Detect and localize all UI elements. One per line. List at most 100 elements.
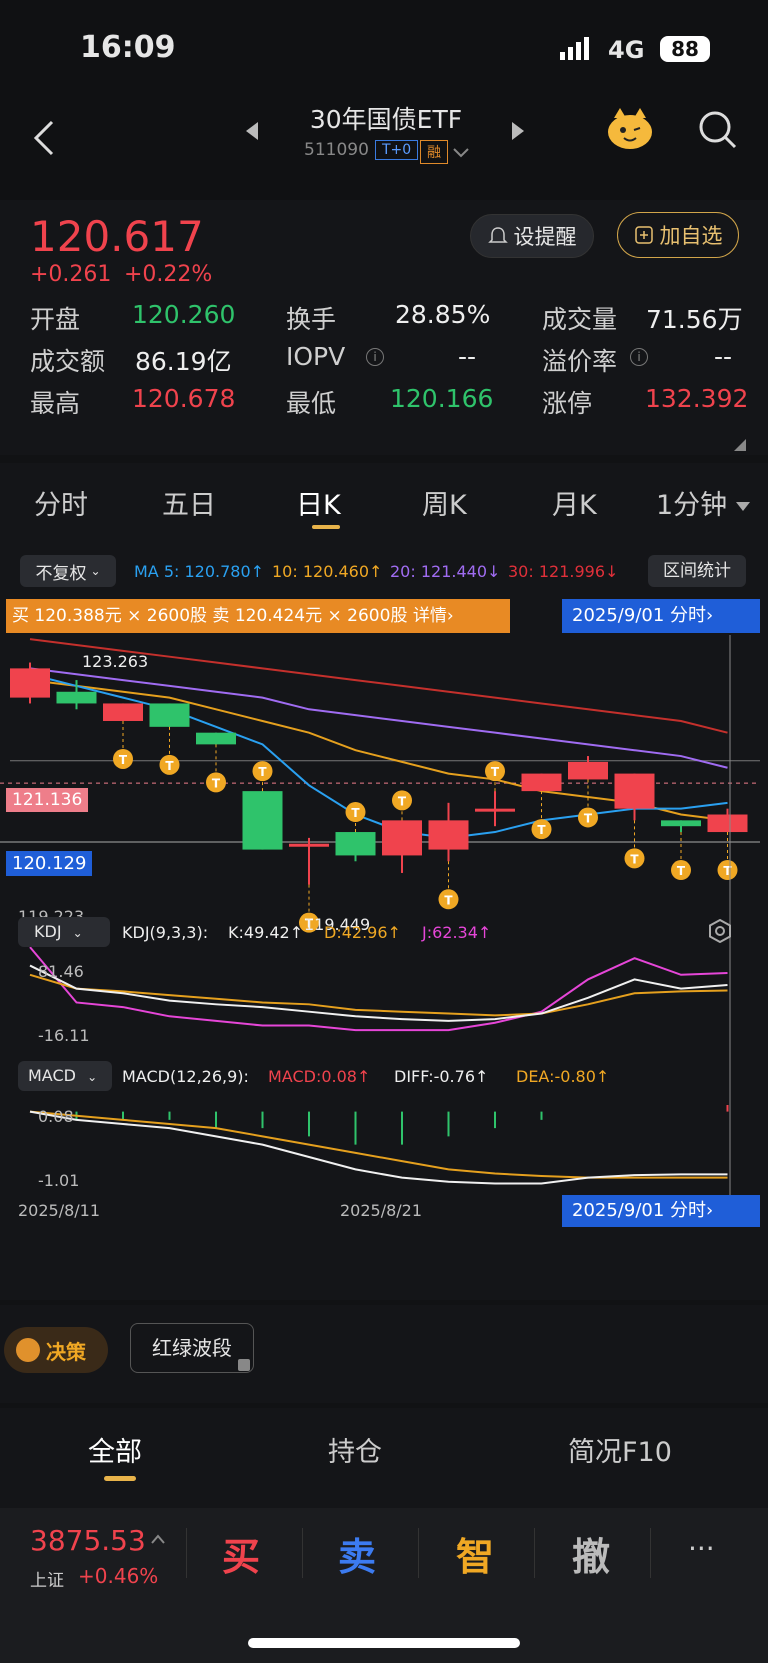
status-bar: 16:09 4G 88 (0, 0, 768, 100)
trade-marker-label: T (677, 864, 686, 878)
back-icon[interactable] (30, 118, 60, 158)
macd-dea-line (29, 1110, 728, 1179)
adjust-select[interactable]: 不复权 ⌄ (20, 555, 116, 587)
trade-marker-label: T (258, 765, 267, 779)
tab-all[interactable]: 全部 (88, 1430, 142, 1469)
trade-marker-label: T (491, 765, 500, 779)
plus-square-icon (634, 226, 653, 244)
mascot-icon[interactable] (606, 106, 654, 150)
tab-holdings[interactable]: 持仓 (328, 1430, 382, 1469)
date-tag-bottom[interactable]: 2025/9/01 分时› (562, 1195, 760, 1227)
extras-row: 决策 红绿波段 (0, 1305, 768, 1403)
kdj-bot-label: -16.11 (38, 1026, 90, 1045)
macd-dea: DEA:-0.80↑ (516, 1067, 610, 1086)
badge-rong: 融 (420, 140, 448, 164)
order-banner[interactable]: 买 120.388元 × 2600股 卖 120.424元 × 2600股 详情… (6, 599, 510, 633)
open-label: 开盘 (30, 305, 81, 334)
search-icon[interactable] (698, 110, 738, 150)
buy-button[interactable]: 买 (222, 1526, 260, 1581)
stock-title: 30年国债ETF (309, 105, 463, 134)
decision-label: 决策 (46, 1339, 86, 1364)
trade-marker-label: T (351, 806, 360, 820)
index-name: 上证 (30, 1571, 64, 1591)
candle-body (289, 843, 329, 847)
candle-body (614, 773, 655, 809)
amount-label: 成交额 (30, 347, 106, 376)
tab-1min[interactable]: 1分钟 (656, 483, 727, 522)
info-icon[interactable]: i (630, 348, 648, 366)
trade-marker-label: T (212, 776, 221, 790)
divider (302, 1528, 303, 1578)
candle-body (196, 732, 236, 745)
limit-up-value: 132.392 (645, 384, 749, 413)
kdj-select[interactable]: KDJ ⌄ (18, 917, 110, 947)
candle-body (707, 814, 748, 833)
prev-stock-icon[interactable] (244, 120, 260, 142)
settings-icon[interactable] (708, 918, 732, 944)
more-button[interactable]: ··· (688, 1532, 715, 1565)
macd-diff-line (29, 1110, 728, 1185)
tab-f10[interactable]: 简况F10 (568, 1430, 672, 1469)
ma5-label: MA 5: 120.780↑ (134, 562, 265, 581)
cancel-button[interactable]: 撤 (572, 1526, 610, 1581)
candle-body (661, 820, 701, 827)
candle-body (521, 773, 562, 792)
turnover-label: 换手 (286, 305, 337, 334)
trade-marker-label: T (630, 852, 639, 866)
chevron-down-icon[interactable] (736, 497, 750, 511)
tab-intraday[interactable]: 分时 (34, 483, 88, 522)
tab-weekly-k[interactable]: 周K (422, 483, 467, 522)
next-stock-icon[interactable] (510, 120, 526, 142)
macd-select[interactable]: MACD ⌄ (18, 1061, 112, 1091)
expand-corner-icon[interactable] (734, 436, 746, 451)
candle-body (382, 820, 422, 856)
alert-button[interactable]: 设提醒 (470, 214, 594, 258)
high-label: 最高 (30, 389, 81, 418)
tab-5day[interactable]: 五日 (162, 483, 216, 522)
tab-monthly-k[interactable]: 月K (552, 483, 597, 522)
divider (534, 1528, 535, 1578)
high-value: 120.678 (132, 384, 236, 413)
price-change-pct: +0.22% (124, 262, 213, 287)
nav-header: 30年国债ETF 511090 T+0 融 (0, 100, 768, 200)
adjust-label: 不复权 (35, 563, 87, 584)
battery-level: 88 (671, 37, 699, 61)
quote-panel: 120.617 +0.261 +0.22% 设提醒 加自选 开盘 120.260… (0, 200, 768, 455)
status-time: 16:09 (80, 30, 176, 65)
kdj-top-label: 81.46 (38, 962, 84, 981)
info-icon[interactable]: i (366, 348, 384, 366)
chevron-down-icon: ⌄ (90, 564, 101, 578)
ma30-label: 30: 121.996↓ (508, 562, 619, 581)
date-tag-top[interactable]: 2025/9/01 分时› (562, 599, 760, 633)
wave-button[interactable]: 红绿波段 (130, 1323, 254, 1373)
chevron-down-icon: ⌄ (87, 1070, 98, 1084)
add-watchlist-button[interactable]: 加自选 (617, 212, 739, 258)
volume-value: 71.56万 (646, 305, 743, 334)
tab-daily-k[interactable]: 日K (296, 483, 341, 522)
candle-body (242, 791, 283, 850)
candle-body (56, 691, 97, 704)
premium-value: -- (714, 342, 733, 371)
kdj-btn-label: KDJ (34, 922, 62, 941)
decision-button[interactable]: 决策 (4, 1327, 108, 1373)
home-indicator (248, 1638, 520, 1648)
kdj-k: K:49.42↑ (228, 923, 304, 942)
sell-button[interactable]: 卖 (338, 1526, 376, 1581)
bottom-tabs: 全部 持仓 简况F10 (0, 1408, 768, 1508)
hl-red-price: 121.136 (6, 788, 89, 812)
chevron-down-icon[interactable] (452, 144, 470, 158)
candle-body (149, 703, 190, 727)
divider (186, 1528, 187, 1578)
macd-top-label: 0.08 (38, 1107, 74, 1126)
active-tab-indicator (312, 525, 340, 529)
battery-icon: 88 (660, 36, 710, 62)
smart-button[interactable]: 智 (456, 1526, 494, 1581)
range-stats-button[interactable]: 区间统计 (648, 555, 746, 587)
iopv-label: IOPV (286, 342, 346, 371)
alert-label: 设提醒 (513, 225, 577, 249)
chevron-up-icon (150, 1530, 166, 1544)
badge-t0: T+0 (375, 140, 419, 160)
date-mid: 2025/8/21 (340, 1201, 423, 1220)
index-value[interactable]: 3875.53 (30, 1524, 146, 1557)
kdj-d: D:42.96↑ (324, 923, 401, 942)
